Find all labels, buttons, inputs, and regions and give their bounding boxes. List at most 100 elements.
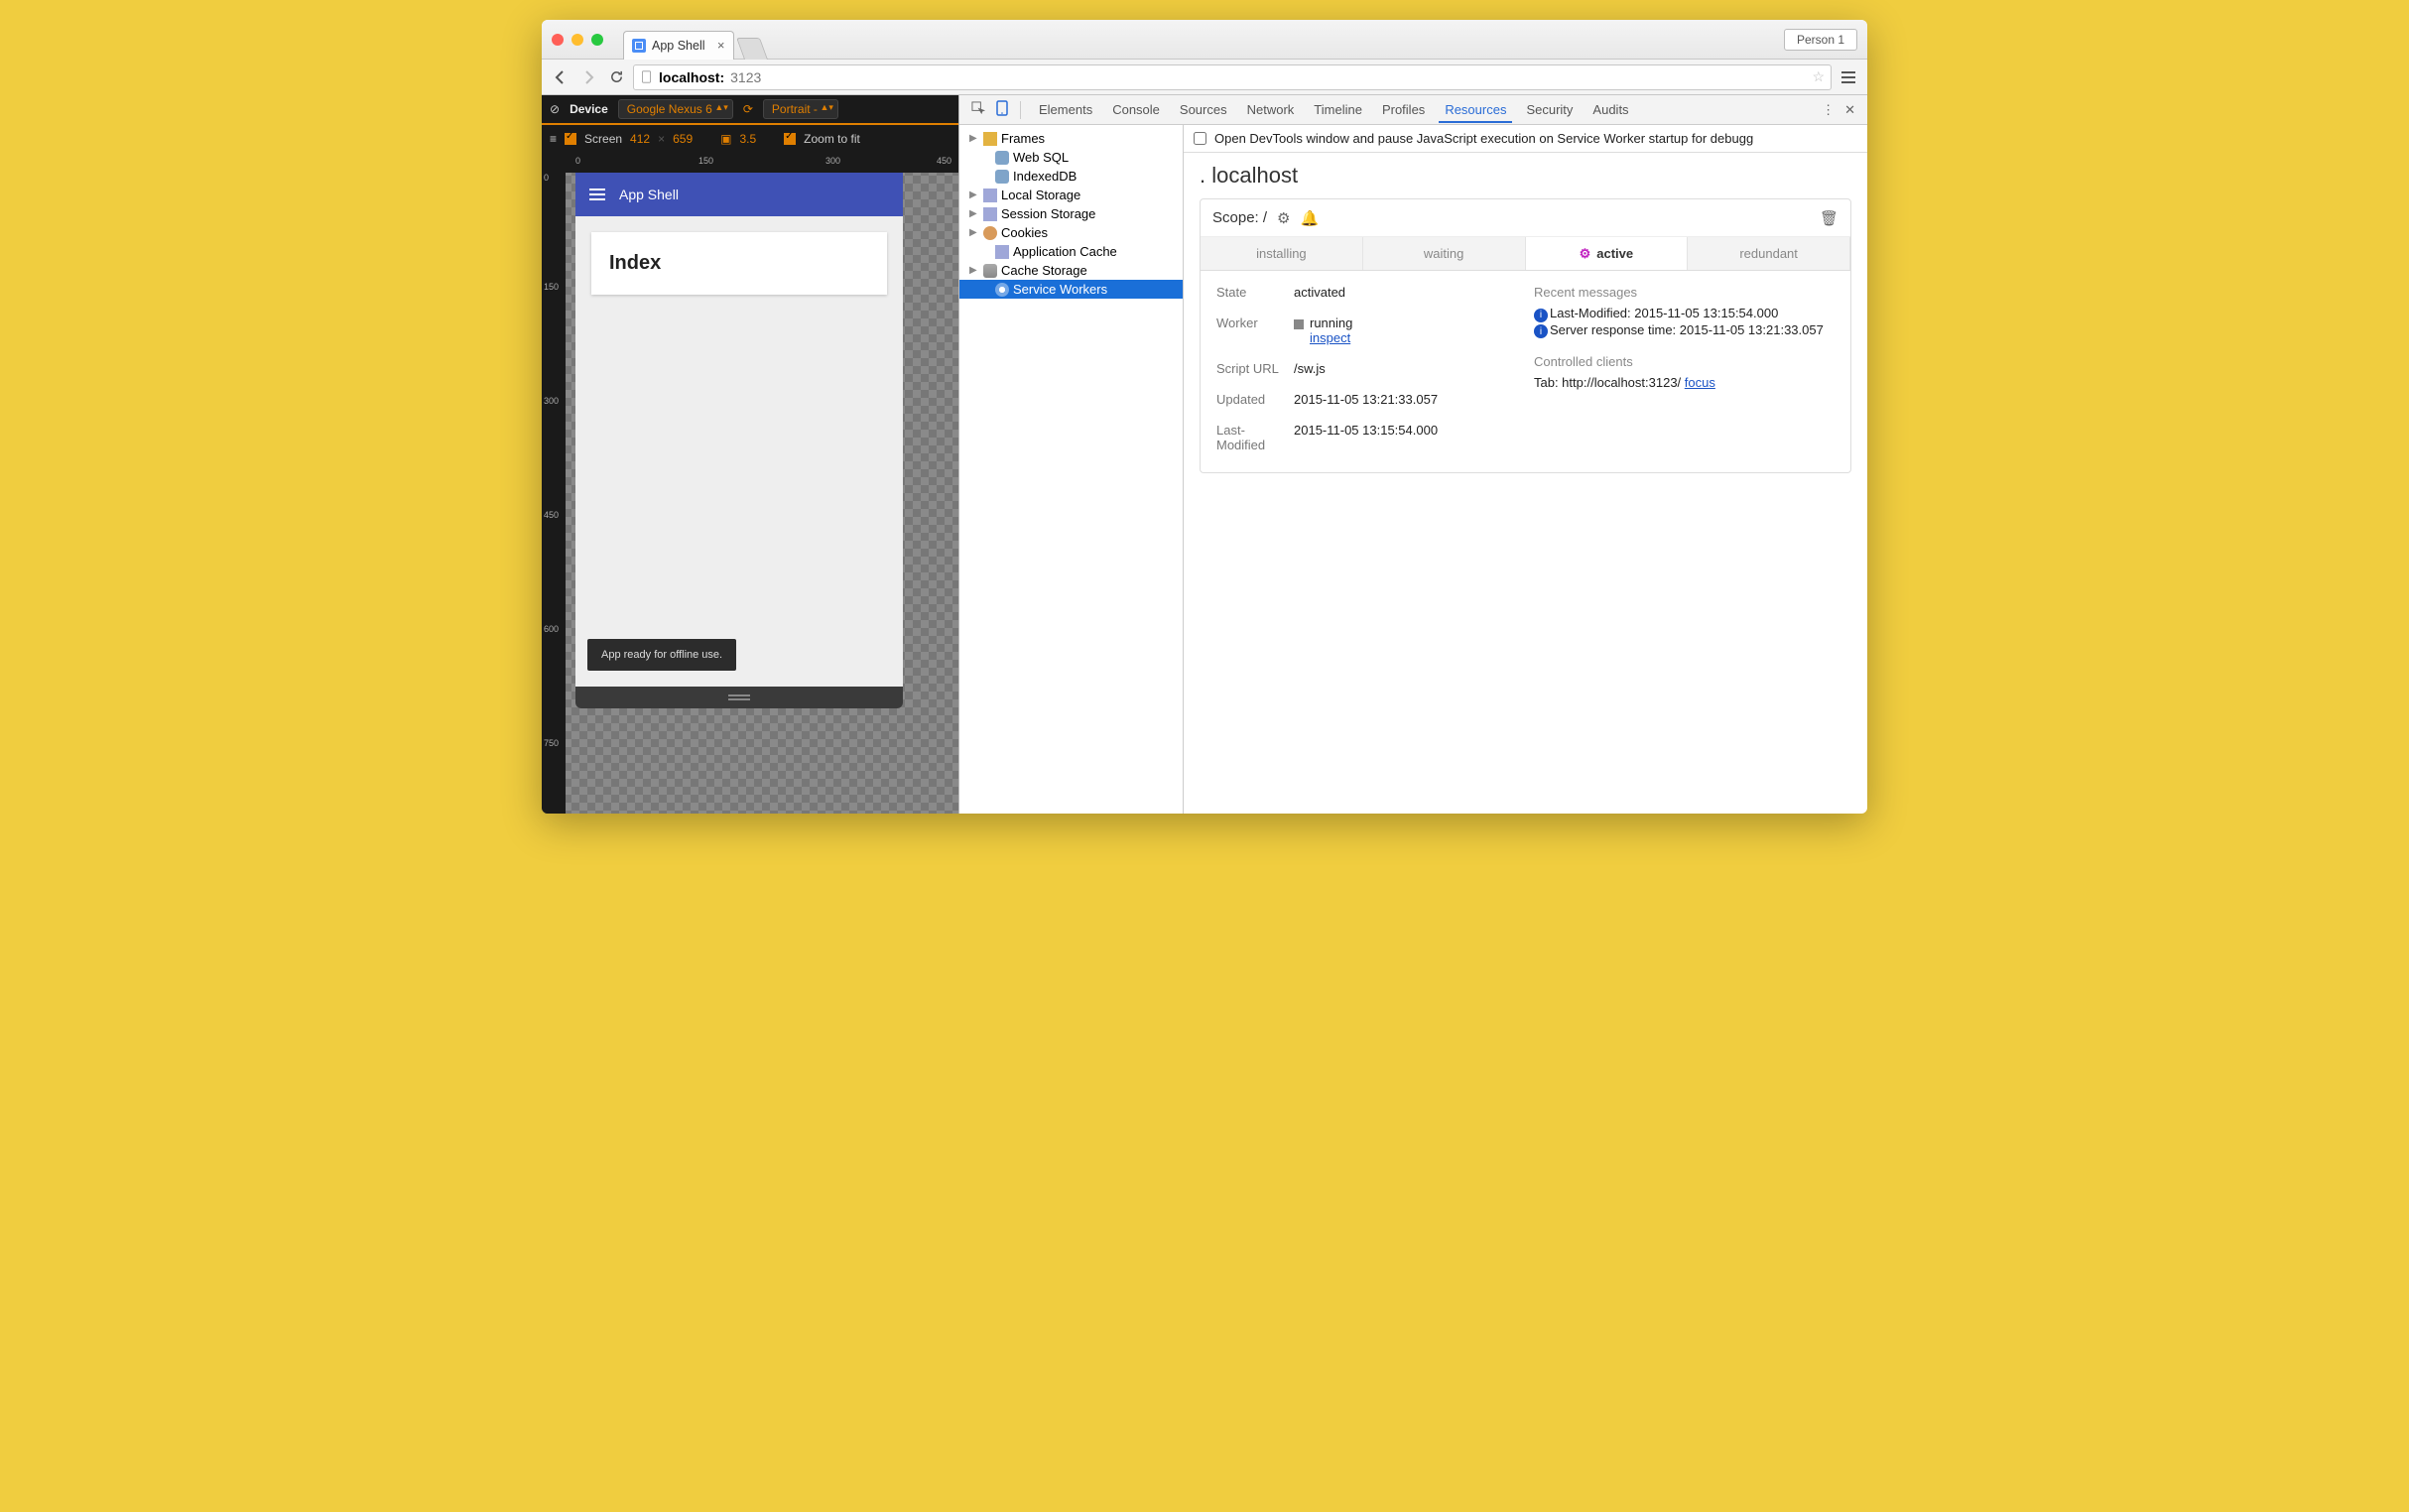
worker-label: Worker — [1216, 315, 1284, 345]
device-stage: App Shell Index App ready for offline us… — [566, 173, 958, 814]
screen-label: Screen — [584, 132, 622, 146]
device-label: Device — [570, 102, 608, 116]
tree-item-indexeddb[interactable]: IndexedDB — [959, 167, 1183, 186]
screen-checkbox[interactable] — [565, 133, 576, 145]
sw-tab-installing[interactable]: installing — [1201, 237, 1363, 270]
lastmod-value: 2015-11-05 13:15:54.000 — [1294, 423, 1438, 452]
sw-delete-icon[interactable]: 🗑 — [1820, 209, 1838, 227]
sw-details: Stateactivated Worker running inspect Sc… — [1201, 271, 1850, 472]
service-worker-main: Open DevTools window and pause JavaScrip… — [1184, 125, 1867, 814]
devtools-tab-sources[interactable]: Sources — [1170, 97, 1237, 122]
url-input[interactable]: localhost: 3123 ☆ — [633, 64, 1832, 90]
sw-startup-checkbox[interactable] — [1194, 132, 1206, 145]
stop-icon[interactable] — [1294, 319, 1304, 329]
app-header: App Shell — [575, 173, 903, 216]
tree-item-application-cache[interactable]: Application Cache — [959, 242, 1183, 261]
script-value: /sw.js — [1294, 361, 1326, 376]
device-toolbar-row2: ≡ Screen 412 × 659 ▣ 3.5 Zoom to fit — [542, 125, 958, 153]
sw-gear-icon[interactable]: ⚙ — [1277, 209, 1290, 227]
updated-value: 2015-11-05 13:21:33.057 — [1294, 392, 1438, 407]
favicon-icon — [632, 39, 646, 53]
devtools-tab-profiles[interactable]: Profiles — [1372, 97, 1435, 122]
state-label: State — [1216, 285, 1284, 300]
minimize-window-button[interactable] — [571, 34, 583, 46]
controlled-clients-title: Controlled clients — [1534, 354, 1824, 369]
screen-height[interactable]: 659 — [673, 132, 693, 146]
sw-state-tabs: installingwaiting⚙activeredundant — [1201, 237, 1850, 271]
media-icon[interactable]: ≡ — [550, 132, 557, 146]
device-select[interactable]: Google Nexus 6▲▾ — [618, 99, 733, 119]
focus-link[interactable]: focus — [1685, 375, 1715, 390]
ruler-vertical: 0 150 300 450 600 750 — [542, 173, 566, 814]
device-frame: App Shell Index App ready for offline us… — [575, 173, 903, 708]
updated-label: Updated — [1216, 392, 1284, 407]
url-host: localhost: — [659, 69, 724, 85]
reload-button[interactable] — [605, 66, 627, 88]
tree-item-cache-storage[interactable]: ▶Cache Storage — [959, 261, 1183, 280]
tree-item-session-storage[interactable]: ▶Session Storage — [959, 204, 1183, 223]
sw-bell-icon[interactable]: 🔔 — [1301, 209, 1320, 227]
tree-item-local-storage[interactable]: ▶Local Storage — [959, 186, 1183, 204]
titlebar: App Shell × Person 1 — [542, 20, 1867, 60]
devtools-more-icon[interactable]: ⋮ — [1818, 102, 1838, 118]
dpr-value[interactable]: 3.5 — [739, 132, 756, 146]
sw-tab-waiting[interactable]: waiting — [1363, 237, 1526, 270]
address-bar: localhost: 3123 ☆ — [542, 60, 1867, 95]
traffic-lights — [552, 34, 603, 46]
device-mode-icon[interactable] — [992, 100, 1012, 119]
orientation-select[interactable]: Portrait ‑▲▾ — [763, 99, 838, 119]
recent-messages-title: Recent messages — [1534, 285, 1824, 300]
tree-item-cookies[interactable]: ▶Cookies — [959, 223, 1183, 242]
tree-item-web-sql[interactable]: Web SQL — [959, 148, 1183, 167]
sw-scope-row: Scope: / ⚙ 🔔 🗑 — [1201, 199, 1850, 237]
app-menu-icon[interactable] — [589, 189, 605, 200]
zoom-checkbox[interactable] — [784, 133, 796, 145]
device-screen[interactable]: App Shell Index App ready for offline us… — [575, 173, 903, 687]
devtools-tab-security[interactable]: Security — [1516, 97, 1583, 122]
screen-width[interactable]: 412 — [630, 132, 650, 146]
close-tab-icon[interactable]: × — [717, 38, 725, 53]
forward-button[interactable] — [577, 66, 599, 88]
device-emulation-panel: ⊘ Device Google Nexus 6▲▾ ⟳ Portrait ‑▲▾… — [542, 95, 958, 814]
ruler-horizontal: 0 150 300 450 — [570, 153, 958, 173]
devtools-tab-timeline[interactable]: Timeline — [1304, 97, 1372, 122]
sw-box: Scope: / ⚙ 🔔 🗑 installingwaiting⚙activer… — [1200, 198, 1851, 473]
script-label: Script URL — [1216, 361, 1284, 376]
fullscreen-window-button[interactable] — [591, 34, 603, 46]
back-button[interactable] — [550, 66, 571, 88]
controlled-client: Tab: http://localhost:3123/ focus — [1534, 375, 1824, 390]
devtools-tab-elements[interactable]: Elements — [1029, 97, 1102, 122]
page-icon — [640, 70, 653, 83]
bookmark-star-icon[interactable]: ☆ — [1812, 68, 1825, 85]
sw-tab-active[interactable]: ⚙active — [1526, 237, 1689, 270]
inspect-link[interactable]: inspect — [1310, 330, 1350, 345]
resources-tree[interactable]: ▶FramesWeb SQLIndexedDB▶Local Storage▶Se… — [959, 125, 1184, 814]
no-entry-icon[interactable]: ⊘ — [550, 102, 560, 116]
devtools-close-icon[interactable]: ✕ — [1840, 102, 1859, 118]
devtools-toolbar: ElementsConsoleSourcesNetworkTimelinePro… — [959, 95, 1867, 125]
profile-button[interactable]: Person 1 — [1784, 29, 1857, 51]
devtools-tab-network[interactable]: Network — [1237, 97, 1305, 122]
tree-item-service-workers[interactable]: Service Workers — [959, 280, 1183, 299]
state-value: activated — [1294, 285, 1345, 300]
close-window-button[interactable] — [552, 34, 564, 46]
tab-title: App Shell — [652, 39, 705, 53]
tree-item-frames[interactable]: ▶Frames — [959, 129, 1183, 148]
sw-startup-label: Open DevTools window and pause JavaScrip… — [1214, 131, 1753, 146]
browser-tab[interactable]: App Shell × — [623, 31, 734, 60]
sw-startup-option[interactable]: Open DevTools window and pause JavaScrip… — [1184, 125, 1867, 153]
devtools-tab-console[interactable]: Console — [1102, 97, 1170, 122]
zoom-label: Zoom to fit — [804, 132, 860, 146]
url-port: 3123 — [730, 69, 761, 85]
rotate-refresh-icon[interactable]: ⟳ — [743, 102, 753, 116]
new-tab-button[interactable] — [736, 38, 768, 60]
lastmod-label: Last-Modified — [1216, 423, 1284, 452]
tab-strip: App Shell × — [623, 20, 764, 59]
info-icon: i — [1534, 324, 1548, 338]
chrome-menu-button[interactable] — [1838, 66, 1859, 88]
inspect-element-icon[interactable] — [967, 101, 990, 119]
index-card: Index — [591, 232, 887, 295]
sw-tab-redundant[interactable]: redundant — [1688, 237, 1850, 270]
devtools-tab-resources[interactable]: Resources — [1435, 97, 1516, 122]
devtools-tab-audits[interactable]: Audits — [1583, 97, 1638, 122]
